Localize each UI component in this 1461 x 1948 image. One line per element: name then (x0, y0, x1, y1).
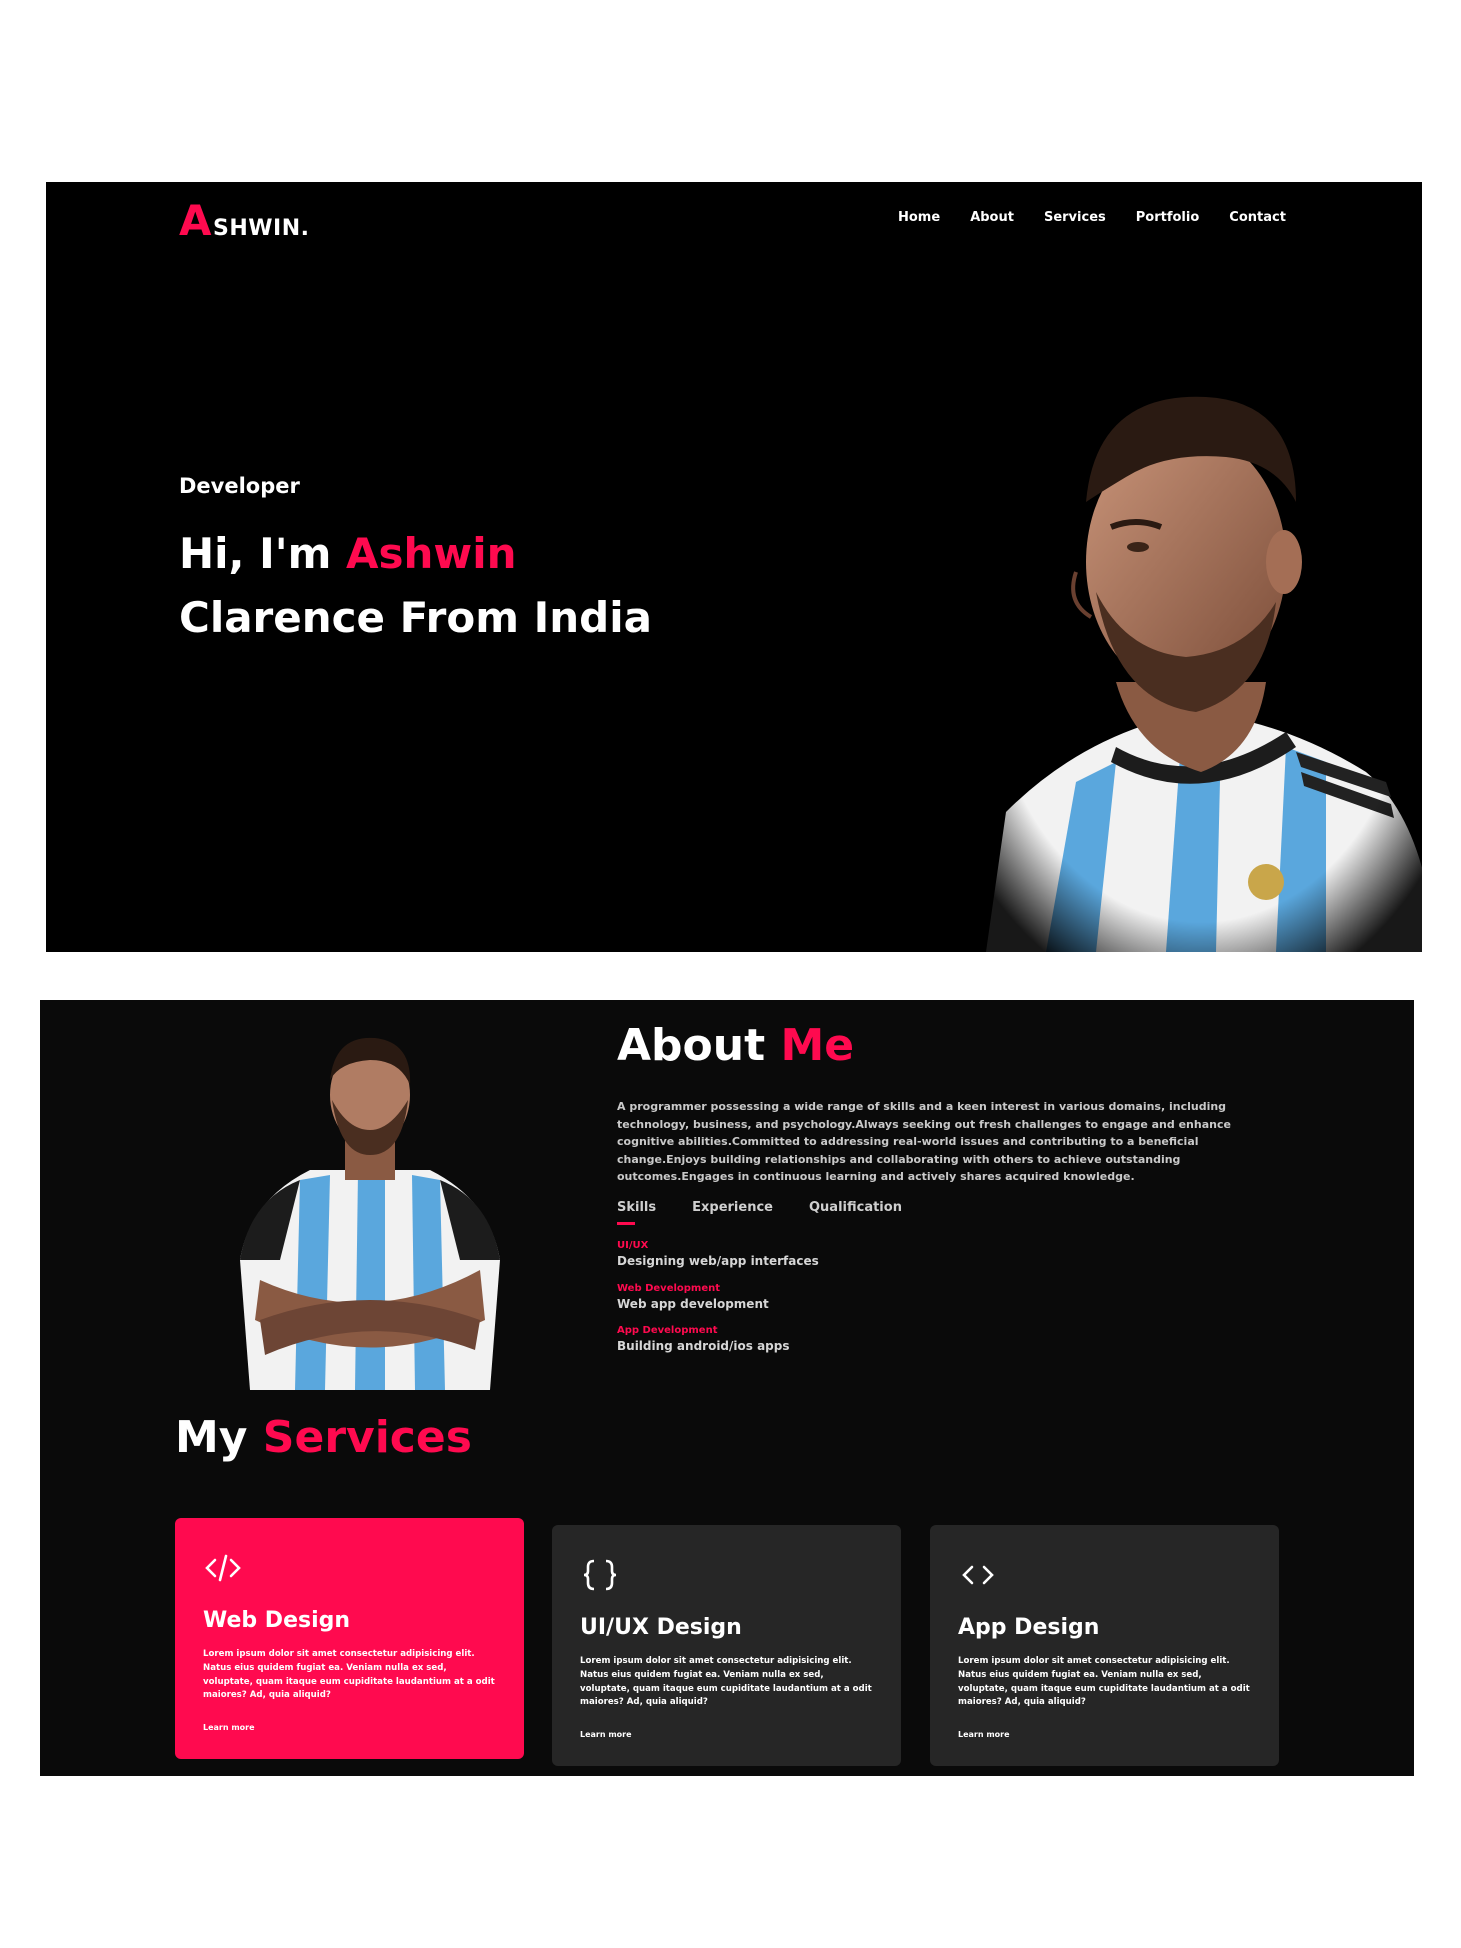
service-card-text: Lorem ipsum dolor sit amet consectetur a… (958, 1656, 1250, 1708)
service-card-title: App Design (958, 1615, 1100, 1640)
brand-logo[interactable]: A SHWIN. (179, 200, 310, 242)
skill-description: Web app development (617, 1297, 769, 1311)
skill-category: Web Development (617, 1283, 721, 1294)
hero-subtitle: Developer (179, 474, 300, 498)
nav-services[interactable]: Services (1044, 210, 1106, 225)
learn-more-link[interactable]: Learn more (580, 1730, 632, 1739)
learn-more-link[interactable]: Learn more (203, 1723, 255, 1732)
greeting-name: Ashwin (346, 529, 517, 578)
greeting-prefix: Hi, I'm (179, 529, 346, 578)
about-description: A programmer possessing a wide range of … (617, 1100, 1231, 1184)
logo-initial: A (179, 196, 213, 245)
hero-heading: Hi, I'm Ashwin Clarence From India (179, 522, 652, 650)
about-title: About Me (617, 1020, 854, 1071)
nav-contact[interactable]: Contact (1229, 210, 1286, 225)
about-title-part2: Me (780, 1020, 855, 1071)
skill-category: App Development (617, 1325, 718, 1336)
hero-line2: Clarence From India (179, 593, 652, 642)
nav-about[interactable]: About (970, 210, 1014, 225)
service-card-title: UI/UX Design (580, 1615, 742, 1640)
curly-braces-icon (583, 1559, 617, 1591)
main-nav: Home About Services Portfolio Contact (898, 210, 1316, 225)
tab-experience[interactable]: Experience (692, 1200, 773, 1215)
logo-text: SHWIN. (213, 216, 310, 241)
about-tabs: Skills Experience Qualification (617, 1200, 938, 1225)
skill-item: UI/UX Designing web/app interfaces (617, 1240, 819, 1268)
learn-more-link[interactable]: Learn more (958, 1730, 1010, 1739)
service-card-text: Lorem ipsum dolor sit amet consectetur a… (580, 1656, 872, 1708)
code-slash-icon (205, 1554, 241, 1582)
service-card-uiux-design[interactable]: UI/UX Design Lorem ipsum dolor sit amet … (552, 1525, 901, 1766)
hero-section: A SHWIN. Home About Services Portfolio C… (46, 182, 1422, 952)
tab-qualification[interactable]: Qualification (809, 1200, 902, 1215)
skill-description: Building android/ios apps (617, 1339, 790, 1353)
services-title-part2: Services (262, 1412, 472, 1463)
nav-home[interactable]: Home (898, 210, 940, 225)
service-card-title: Web Design (203, 1608, 351, 1633)
skill-description: Designing web/app interfaces (617, 1254, 819, 1268)
services-title: My Services (175, 1412, 472, 1463)
services-title-part1: My (175, 1412, 263, 1463)
service-card-web-design[interactable]: Web Design Lorem ipsum dolor sit amet co… (175, 1518, 524, 1759)
nav-portfolio[interactable]: Portfolio (1136, 210, 1200, 225)
hero-portrait-image (966, 352, 1422, 952)
service-card-app-design[interactable]: App Design Lorem ipsum dolor sit amet co… (930, 1525, 1279, 1766)
about-title-part1: About (617, 1020, 781, 1071)
tab-skills[interactable]: Skills (617, 1200, 656, 1225)
angle-brackets-icon (962, 1565, 994, 1585)
skill-item: App Development Building android/ios app… (617, 1325, 790, 1353)
service-card-text: Lorem ipsum dolor sit amet consectetur a… (203, 1649, 495, 1701)
about-portrait-image (240, 1037, 500, 1390)
skill-category: UI/UX (617, 1240, 649, 1251)
about-section: About Me A programmer possessing a wide … (40, 1000, 1414, 1776)
skill-item: Web Development Web app development (617, 1283, 769, 1311)
